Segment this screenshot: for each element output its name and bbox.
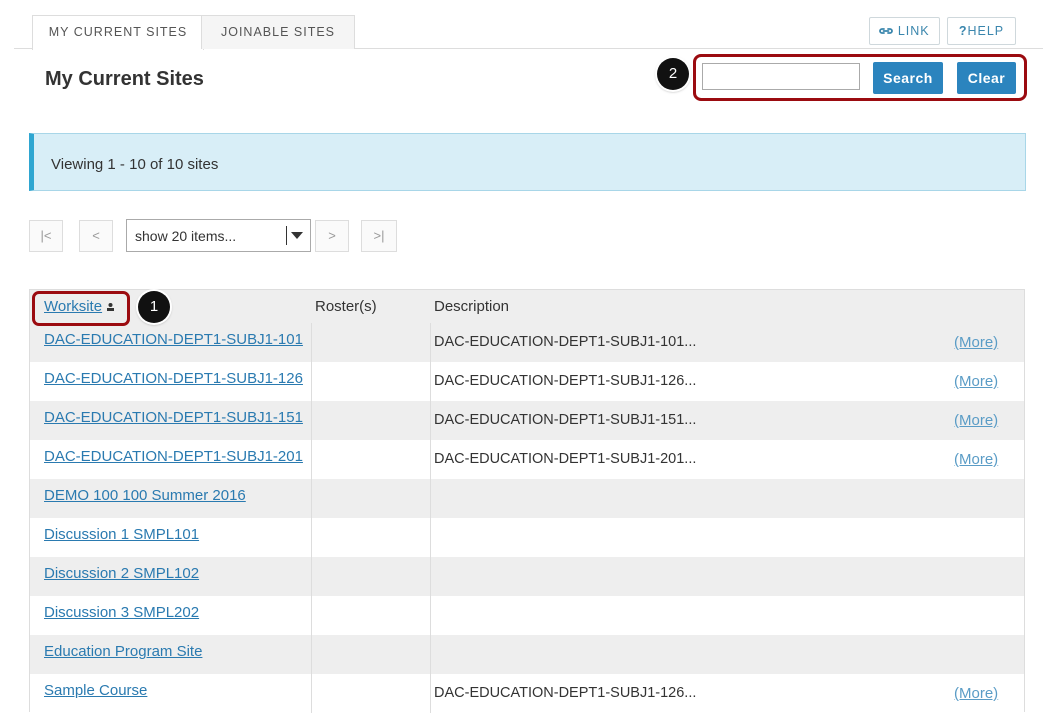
search-button[interactable]: Search xyxy=(873,62,943,94)
help-button[interactable]: ?HELP xyxy=(947,17,1016,45)
next-page-button[interactable]: > xyxy=(315,220,349,252)
roster-header: Roster(s) xyxy=(315,298,377,315)
column-divider xyxy=(311,557,312,596)
site-description: DAC-EDUCATION-DEPT1-SUBJ1-201... xyxy=(434,451,697,467)
table-row: DAC-EDUCATION-DEPT1-SUBJ1-126 DAC-EDUCAT… xyxy=(30,362,1024,401)
column-divider xyxy=(311,518,312,557)
site-link[interactable]: Discussion 3 SMPL202 xyxy=(44,604,199,621)
search-input[interactable] xyxy=(702,63,860,90)
first-page-button[interactable]: |< xyxy=(29,220,63,252)
column-divider xyxy=(311,323,312,362)
table-row: Discussion 1 SMPL101 xyxy=(30,518,1024,557)
page-size-value: show 20 items... xyxy=(135,228,237,244)
column-divider xyxy=(430,674,431,713)
site-link[interactable]: Sample Course xyxy=(44,682,147,699)
column-divider xyxy=(311,440,312,479)
link-label: LINK xyxy=(897,24,930,38)
site-description: DAC-EDUCATION-DEPT1-SUBJ1-126... xyxy=(434,685,697,701)
column-divider xyxy=(430,362,431,401)
table-header: Worksite Roster(s) Description xyxy=(30,290,1024,323)
help-label: HELP xyxy=(967,24,1005,38)
column-divider xyxy=(430,479,431,518)
table-row: Discussion 2 SMPL102 xyxy=(30,557,1024,596)
previous-page-button[interactable]: < xyxy=(79,220,113,252)
sites-table: Worksite Roster(s) Description DAC-EDUCA… xyxy=(29,289,1025,713)
link-icon xyxy=(879,24,894,38)
last-page-button[interactable]: >| xyxy=(361,220,397,252)
worksite-highlight-box xyxy=(32,291,130,326)
site-link[interactable]: DAC-EDUCATION-DEPT1-SUBJ1-201 xyxy=(44,448,303,465)
link-button[interactable]: LINK xyxy=(869,17,940,45)
column-divider xyxy=(430,518,431,557)
callout-2: 2 xyxy=(657,58,689,90)
table-row: DAC-EDUCATION-DEPT1-SUBJ1-201 DAC-EDUCAT… xyxy=(30,440,1024,479)
more-link[interactable]: (More) xyxy=(954,451,998,468)
site-link[interactable]: DEMO 100 100 Summer 2016 xyxy=(44,487,246,504)
column-divider xyxy=(430,635,431,674)
site-link[interactable]: Discussion 1 SMPL101 xyxy=(44,526,199,543)
more-link[interactable]: (More) xyxy=(954,685,998,702)
table-row: DAC-EDUCATION-DEPT1-SUBJ1-151 DAC-EDUCAT… xyxy=(30,401,1024,440)
site-description: DAC-EDUCATION-DEPT1-SUBJ1-126... xyxy=(434,373,697,389)
column-divider xyxy=(311,362,312,401)
column-divider xyxy=(430,440,431,479)
column-divider xyxy=(430,401,431,440)
column-divider xyxy=(430,596,431,635)
clear-button[interactable]: Clear xyxy=(957,62,1016,94)
viewing-count-text: Viewing 1 - 10 of 10 sites xyxy=(51,156,219,173)
description-header: Description xyxy=(434,298,510,315)
site-link[interactable]: DAC-EDUCATION-DEPT1-SUBJ1-101 xyxy=(44,331,303,348)
more-link[interactable]: (More) xyxy=(954,373,998,390)
column-divider xyxy=(311,479,312,518)
page-size-select[interactable]: show 20 items... xyxy=(126,219,311,252)
more-link[interactable]: (More) xyxy=(954,412,998,429)
site-link[interactable]: DAC-EDUCATION-DEPT1-SUBJ1-151 xyxy=(44,409,303,426)
table-row: Sample Course DAC-EDUCATION-DEPT1-SUBJ1-… xyxy=(30,674,1024,713)
table-row: Discussion 3 SMPL202 xyxy=(30,596,1024,635)
table-row: DAC-EDUCATION-DEPT1-SUBJ1-101 DAC-EDUCAT… xyxy=(30,323,1024,362)
column-divider xyxy=(311,401,312,440)
more-link[interactable]: (More) xyxy=(954,334,998,351)
info-banner: Viewing 1 - 10 of 10 sites xyxy=(29,133,1026,191)
site-description: DAC-EDUCATION-DEPT1-SUBJ1-151... xyxy=(434,412,697,428)
tab-my-current-sites[interactable]: MY CURRENT SITES xyxy=(32,15,204,50)
column-divider xyxy=(430,323,431,362)
tab-joinable-sites[interactable]: JOINABLE SITES xyxy=(201,15,355,49)
column-divider xyxy=(311,674,312,713)
column-divider xyxy=(311,596,312,635)
select-divider xyxy=(286,226,287,245)
callout-1: 1 xyxy=(138,291,170,323)
site-link[interactable]: DAC-EDUCATION-DEPT1-SUBJ1-126 xyxy=(44,370,303,387)
chevron-down-icon xyxy=(291,232,303,239)
site-link[interactable]: Discussion 2 SMPL102 xyxy=(44,565,199,582)
page-title: My Current Sites xyxy=(45,68,204,90)
table-row: DEMO 100 100 Summer 2016 xyxy=(30,479,1024,518)
table-row: Education Program Site xyxy=(30,635,1024,674)
site-description: DAC-EDUCATION-DEPT1-SUBJ1-101... xyxy=(434,334,697,350)
column-divider xyxy=(311,635,312,674)
column-divider xyxy=(430,557,431,596)
site-link[interactable]: Education Program Site xyxy=(44,643,202,660)
